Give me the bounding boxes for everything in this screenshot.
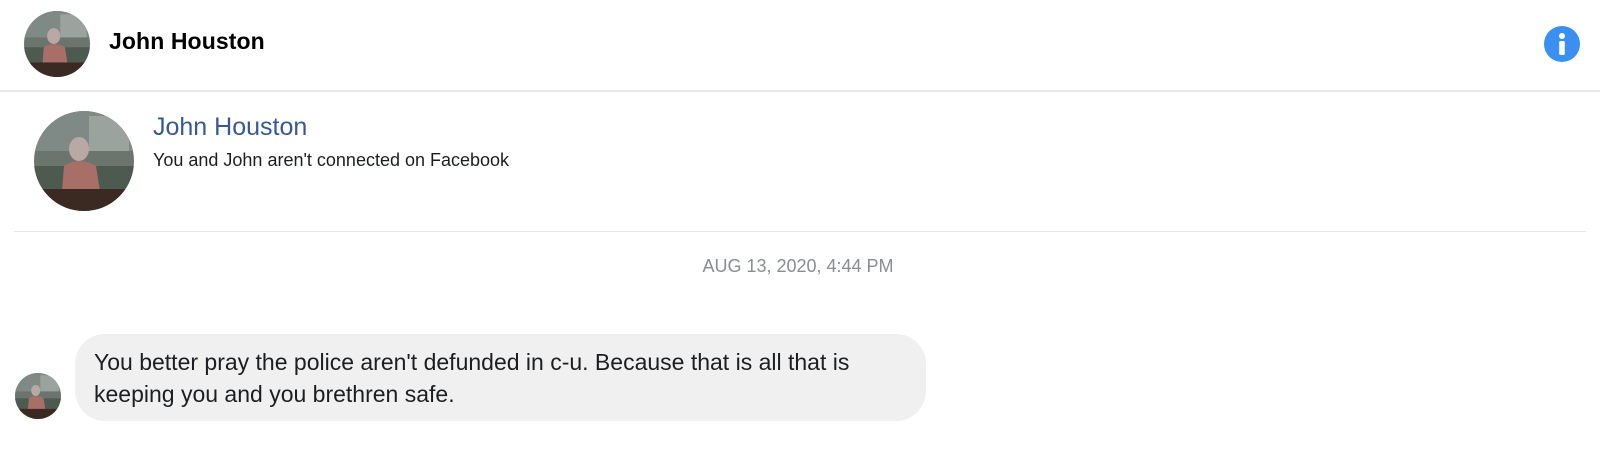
info-icon bbox=[1544, 26, 1580, 62]
timestamp-text: AUG 13, 2020, 4:44 PM bbox=[702, 256, 894, 276]
header-contact-name[interactable]: John Houston bbox=[109, 28, 265, 55]
message-timestamp: AUG 13, 2020, 4:44 PM bbox=[0, 256, 1600, 277]
contact-avatar[interactable] bbox=[24, 11, 90, 77]
connection-status: You and John aren't connected on Faceboo… bbox=[153, 150, 510, 170]
sender-avatar[interactable] bbox=[15, 373, 61, 419]
profile-card: John Houston You and John aren't connect… bbox=[14, 96, 1586, 232]
profile-photo-icon bbox=[24, 11, 90, 77]
profile-photo-icon bbox=[15, 373, 61, 419]
profile-name-link[interactable]: John Houston bbox=[153, 113, 307, 142]
info-button[interactable] bbox=[1544, 26, 1580, 62]
profile-photo-icon bbox=[34, 111, 134, 211]
conversation-header: John Houston bbox=[0, 0, 1600, 92]
profile-avatar[interactable] bbox=[34, 111, 134, 211]
message-bubble[interactable]: You better pray the police aren't defund… bbox=[75, 334, 926, 421]
